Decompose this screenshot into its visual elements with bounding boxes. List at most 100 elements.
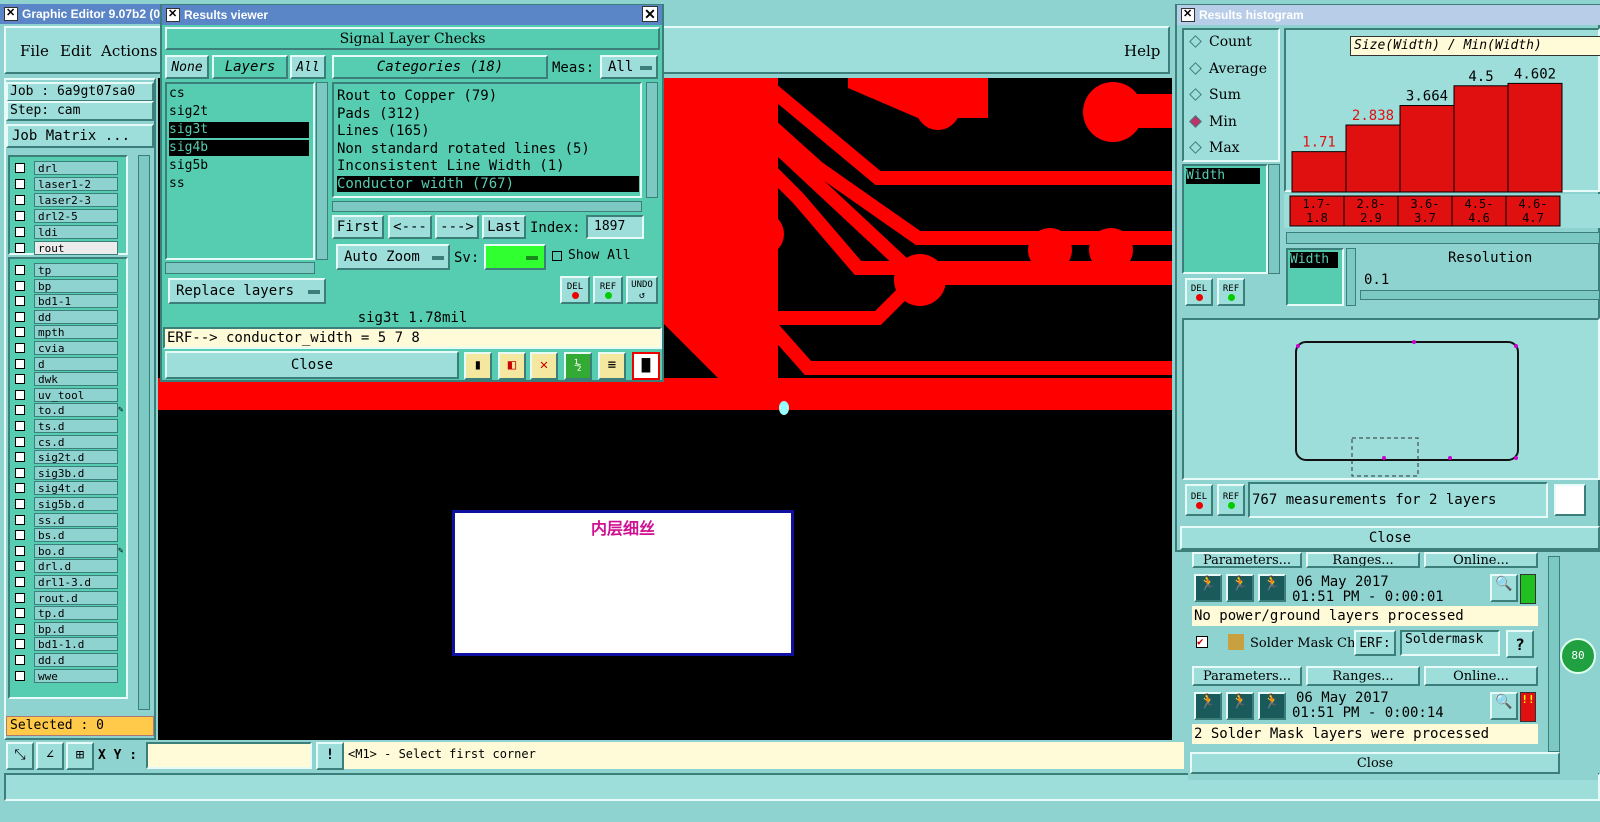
menu-actions[interactable]: Actions <box>101 42 157 60</box>
hist-del-button[interactable]: DEL <box>1185 278 1213 306</box>
layer-row[interactable]: sig2t.d <box>12 450 128 465</box>
job-matrix-button[interactable]: Job Matrix ... <box>6 124 154 148</box>
layers-none-button[interactable]: None <box>165 55 209 79</box>
run-icon[interactable]: 🏃 <box>1258 692 1286 720</box>
stat-radio-count[interactable]: Count <box>1188 34 1252 52</box>
annotation-box[interactable]: 内层细丝 <box>452 510 794 656</box>
layer-checkbox[interactable] <box>15 374 25 385</box>
layer-row[interactable]: to.d ✎ <box>12 403 128 418</box>
del-button[interactable]: DEL <box>560 276 590 304</box>
layer-checkbox[interactable] <box>15 545 25 556</box>
menu-file[interactable]: File <box>20 42 49 60</box>
width-item[interactable]: Width <box>1290 252 1338 268</box>
layer-row[interactable]: tp.d <box>12 606 128 621</box>
layer-row[interactable]: sig4t.d <box>12 481 128 496</box>
layer-checkbox[interactable] <box>15 163 25 173</box>
close-icon[interactable]: ✕ <box>642 6 658 22</box>
layer-checkbox[interactable] <box>15 211 25 221</box>
zoom-icon[interactable]: 🔍 <box>1490 692 1518 720</box>
histogram-bar[interactable] <box>1345 124 1401 193</box>
layer-checkbox[interactable] <box>15 195 25 205</box>
layer-checkbox[interactable] <box>15 343 25 353</box>
result-layer-item[interactable]: sig5b <box>169 158 309 174</box>
layer-row[interactable]: tp <box>12 263 128 278</box>
layer-row[interactable]: uv_tool <box>12 387 128 403</box>
layer-row[interactable]: dwk <box>12 372 128 387</box>
layer-list-hscroll[interactable] <box>165 262 315 274</box>
sv-color-dropdown[interactable] <box>484 244 546 270</box>
next-button[interactable]: ---> <box>435 215 479 239</box>
category-item[interactable]: Rout to Copper (79) <box>337 88 639 104</box>
histogram-close-button[interactable]: Close <box>1180 526 1600 550</box>
layer-row[interactable]: wwe <box>12 668 128 684</box>
layers-all-button[interactable]: All <box>290 55 326 79</box>
index-input[interactable]: 1897 <box>586 215 644 239</box>
layer-checkbox[interactable] <box>15 179 25 189</box>
categories-header[interactable]: Categories (18) <box>332 55 548 79</box>
layer-checkbox[interactable] <box>15 227 25 237</box>
grid-icon[interactable]: ⊞ <box>66 742 94 770</box>
online-button[interactable]: Online... <box>1424 552 1538 568</box>
hist-ref-button-2[interactable]: REF <box>1217 484 1245 516</box>
layer-checkbox[interactable] <box>15 608 25 619</box>
layer-row[interactable]: sig3b.d <box>12 465 128 481</box>
xy-input[interactable] <box>146 742 312 769</box>
layer-checkbox[interactable] <box>15 389 25 400</box>
layer-row[interactable]: rout.d <box>12 590 128 606</box>
layer-checkbox[interactable] <box>15 405 25 416</box>
checklist-scrollbar[interactable] <box>1548 556 1560 752</box>
run-icon[interactable]: 🏃 <box>1226 692 1254 720</box>
tool-icon-1[interactable]: ▮ <box>464 352 492 380</box>
layer-row[interactable]: bd1-1 <box>12 294 128 309</box>
result-layer-item[interactable]: sig2t <box>169 104 309 120</box>
ranges-button-2[interactable]: Ranges... <box>1306 666 1420 686</box>
erf-button[interactable]: ERF: <box>1354 630 1396 656</box>
run-icon[interactable]: 🏃 <box>1194 574 1222 602</box>
results-viewer-title-bar[interactable]: Results viewer ✕ <box>162 5 662 25</box>
layer-row[interactable]: bp.d <box>12 621 128 637</box>
report-icon[interactable]: ≡ <box>598 352 626 380</box>
layer-checkbox[interactable] <box>15 358 25 369</box>
result-layer-item[interactable]: sig3t <box>169 122 309 138</box>
layer-checkbox[interactable] <box>15 436 25 447</box>
histogram-title-bar[interactable]: Results histogram <box>1177 5 1600 25</box>
online-button-2[interactable]: Online... <box>1424 666 1538 686</box>
ranges-button[interactable]: Ranges... <box>1306 552 1420 568</box>
category-item[interactable]: Pads (312) <box>337 106 639 122</box>
layer-row[interactable]: bp <box>12 278 128 294</box>
category-item[interactable]: Lines (165) <box>337 123 639 139</box>
layer-checkbox[interactable] <box>15 327 25 338</box>
stat-radio-sum[interactable]: Sum <box>1188 87 1241 105</box>
layer-list-vscroll[interactable] <box>316 82 328 260</box>
ref-button[interactable]: REF <box>593 276 623 304</box>
layer-row[interactable]: dd <box>12 309 128 325</box>
zoom-icon[interactable]: 🔍 <box>1490 574 1518 602</box>
histogram-bar[interactable] <box>1453 85 1509 193</box>
layer-row[interactable]: laser2-3 <box>12 193 128 208</box>
tool-icon-4[interactable]: ½ <box>564 352 592 380</box>
stat-radio-max[interactable]: Max <box>1188 140 1240 158</box>
layer-checkbox[interactable] <box>15 655 25 665</box>
field-list-scrollbar[interactable] <box>1268 164 1280 274</box>
replace-layers-dropdown[interactable]: Replace layers <box>168 278 326 304</box>
parameters-button-2[interactable]: Parameters... <box>1192 666 1302 686</box>
layer-checkbox[interactable] <box>15 577 25 587</box>
histogram-icon[interactable]: ▇ <box>632 352 660 380</box>
layer-row[interactable]: ss.d <box>12 512 128 528</box>
layer-row[interactable]: drl.d <box>12 559 128 574</box>
first-button[interactable]: First <box>332 215 384 239</box>
prev-button[interactable]: <--- <box>388 215 432 239</box>
results-viewer-close-button[interactable]: Close <box>165 351 459 379</box>
layer-row[interactable]: drl1-3.d <box>12 575 128 590</box>
hist-del-button-2[interactable]: DEL <box>1185 484 1213 516</box>
layer-checkbox[interactable] <box>15 467 25 478</box>
tool-icon-2[interactable]: ◧ <box>498 352 526 380</box>
chart-icon[interactable] <box>1554 484 1586 516</box>
layer-checkbox[interactable] <box>15 243 25 253</box>
help-button[interactable]: ? <box>1506 630 1534 658</box>
category-item[interactable]: Inconsistent Line Width (1) <box>337 158 639 174</box>
layer-checkbox[interactable] <box>15 296 25 307</box>
layer-row[interactable]: d <box>12 356 128 372</box>
main-title-bar[interactable]: Graphic Editor 9.07b2 (0 <box>0 4 160 24</box>
result-layer-item[interactable]: cs <box>169 86 309 102</box>
